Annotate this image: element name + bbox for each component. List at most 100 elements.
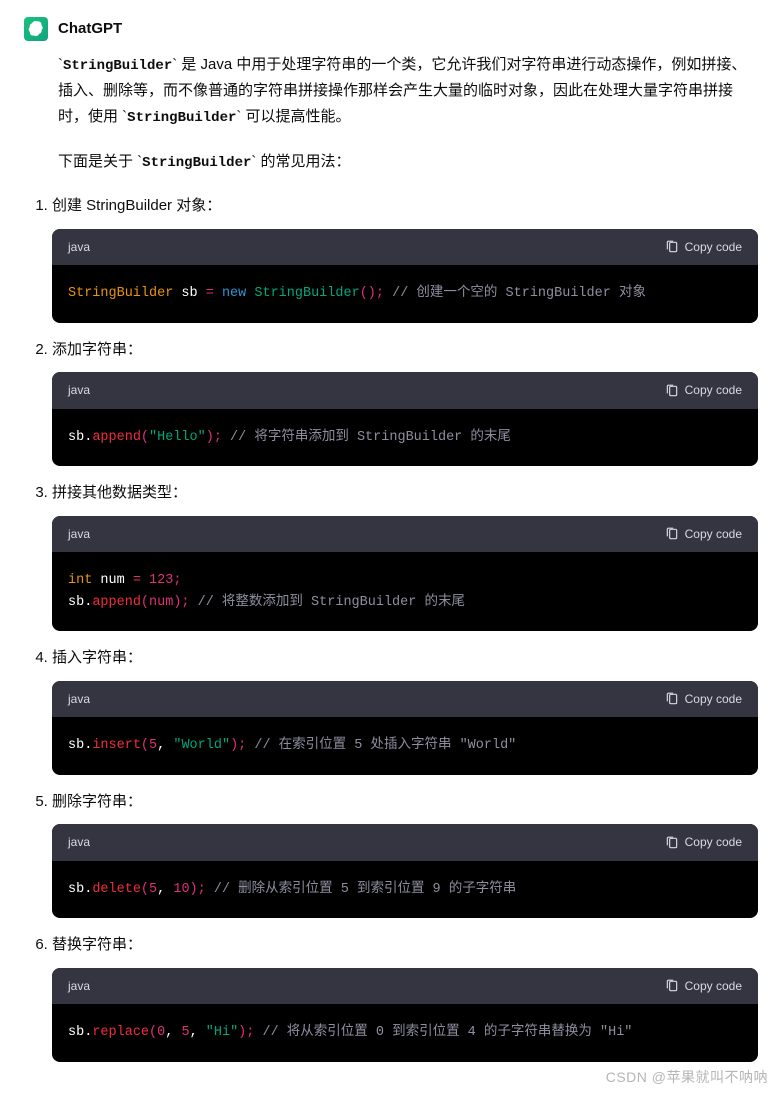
list-item-title: 替换字符串： [52, 932, 758, 958]
copy-code-label: Copy code [685, 976, 742, 996]
list-item-title: 插入字符串： [52, 645, 758, 671]
code-token: // 将整数添加到 StringBuilder 的末尾 [190, 595, 465, 610]
text: ` 可以提高性能。 [236, 108, 350, 125]
copy-code-label: Copy code [685, 524, 742, 544]
code-token: num [92, 573, 133, 588]
list-item: 删除字符串： java Copy code sb.delete(5, 10); … [52, 789, 758, 918]
code-token: = [133, 573, 141, 588]
code-token: ); [238, 1025, 254, 1040]
code-token: // 在索引位置 5 处插入字符串 "World" [246, 738, 516, 753]
code-token: delete [92, 882, 141, 897]
code-token [214, 286, 222, 301]
code-body[interactable]: sb.append("Hello"); // 将字符串添加到 StringBui… [52, 409, 758, 467]
code-token: , [165, 1025, 181, 1040]
inline-code: StringBuilder [127, 110, 236, 126]
copy-code-button[interactable]: Copy code [665, 524, 742, 544]
code-block: java Copy code sb.append("Hello"); // 将字… [52, 372, 758, 466]
code-token: 5 [149, 882, 157, 897]
code-token: sb. [68, 595, 92, 610]
code-body[interactable]: sb.delete(5, 10); // 删除从索引位置 5 到索引位置 9 的… [52, 861, 758, 919]
code-token: "World" [173, 738, 230, 753]
code-body[interactable]: int num = 123; sb.append(num); // 将整数添加到… [52, 552, 758, 631]
code-token: sb [173, 286, 205, 301]
code-token: ); [230, 738, 246, 753]
code-header: java Copy code [52, 681, 758, 717]
copy-code-label: Copy code [685, 689, 742, 709]
code-block: java Copy code sb.insert(5, "World"); //… [52, 681, 758, 775]
code-token: replace [92, 1025, 149, 1040]
code-lang-label: java [68, 380, 90, 400]
text: ` 的常见用法： [251, 153, 350, 170]
list-item: 添加字符串： java Copy code sb.append("Hello")… [52, 337, 758, 466]
code-token: "Hi" [206, 1025, 238, 1040]
code-header: java Copy code [52, 516, 758, 552]
code-token: ); [206, 430, 222, 445]
usage-list: 创建 StringBuilder 对象： java Copy code Stri… [52, 193, 758, 1062]
code-token: append [92, 595, 141, 610]
code-token: StringBuilder [254, 286, 359, 301]
code-token: ( [141, 738, 149, 753]
text: 下面是关于 ` [58, 153, 142, 170]
list-item: 拼接其他数据类型： java Copy code int num = 123; … [52, 480, 758, 631]
copy-code-button[interactable]: Copy code [665, 237, 742, 257]
code-token: int [68, 573, 92, 588]
code-token: insert [92, 738, 141, 753]
code-body[interactable]: StringBuilder sb = new StringBuilder(); … [52, 265, 758, 323]
code-token [141, 573, 149, 588]
clipboard-icon [665, 692, 679, 706]
code-token: , [190, 1025, 206, 1040]
code-lang-label: java [68, 689, 90, 709]
code-token: ( [141, 882, 149, 897]
list-item: 插入字符串： java Copy code sb.insert(5, "Worl… [52, 645, 758, 774]
list-item-title: 删除字符串： [52, 789, 758, 815]
code-token: (num); [141, 595, 190, 610]
code-block: java Copy code sb.delete(5, 10); // 删除从索… [52, 824, 758, 918]
code-token: ( [149, 1025, 157, 1040]
chatgpt-avatar [24, 17, 48, 41]
code-token: sb. [68, 1025, 92, 1040]
code-token: sb. [68, 882, 92, 897]
list-item: 替换字符串： java Copy code sb.replace(0, 5, "… [52, 932, 758, 1061]
code-body[interactable]: sb.insert(5, "World"); // 在索引位置 5 处插入字符串… [52, 717, 758, 775]
code-token: , [157, 882, 173, 897]
copy-code-button[interactable]: Copy code [665, 976, 742, 996]
clipboard-icon [665, 384, 679, 398]
code-lang-label: java [68, 832, 90, 852]
list-item-title: 添加字符串： [52, 337, 758, 363]
code-token: 5 [181, 1025, 189, 1040]
bot-name: ChatGPT [58, 16, 122, 42]
code-token: sb. [68, 738, 92, 753]
code-token: 5 [149, 738, 157, 753]
list-item-title: 拼接其他数据类型： [52, 480, 758, 506]
clipboard-icon [665, 527, 679, 541]
code-block: java Copy code sb.replace(0, 5, "Hi"); /… [52, 968, 758, 1062]
code-header: java Copy code [52, 824, 758, 860]
code-token: // 将字符串添加到 StringBuilder 的末尾 [222, 430, 511, 445]
clipboard-icon [665, 979, 679, 993]
copy-code-label: Copy code [685, 380, 742, 400]
code-token: new [222, 286, 246, 301]
code-token: 0 [157, 1025, 165, 1040]
code-token: // 删除从索引位置 5 到索引位置 9 的子字符串 [206, 882, 517, 897]
code-token: 123 [149, 573, 173, 588]
code-token: append [92, 430, 141, 445]
copy-code-button[interactable]: Copy code [665, 832, 742, 852]
copy-code-button[interactable]: Copy code [665, 689, 742, 709]
clipboard-icon [665, 240, 679, 254]
openai-logo-icon [28, 21, 44, 37]
code-block: java Copy code int num = 123; sb.append(… [52, 516, 758, 632]
intro-paragraph-2: 下面是关于 `StringBuilder` 的常见用法： [58, 149, 758, 176]
list-item-title: 创建 StringBuilder 对象： [52, 193, 758, 219]
copy-code-label: Copy code [685, 832, 742, 852]
code-token: StringBuilder [68, 286, 173, 301]
code-body[interactable]: sb.replace(0, 5, "Hi"); // 将从索引位置 0 到索引位… [52, 1004, 758, 1062]
message-content: `StringBuilder` 是 Java 中用于处理字符串的一个类，它允许我… [24, 52, 758, 1062]
code-token: (); [360, 286, 384, 301]
code-token: sb. [68, 430, 92, 445]
code-header: java Copy code [52, 372, 758, 408]
inline-code: StringBuilder [142, 155, 251, 171]
watermark: CSDN @苹果就叫不呐呐 [606, 1066, 768, 1090]
copy-code-button[interactable]: Copy code [665, 380, 742, 400]
code-lang-label: java [68, 524, 90, 544]
code-token: // 将从索引位置 0 到索引位置 4 的子字符串替换为 "Hi" [254, 1025, 632, 1040]
